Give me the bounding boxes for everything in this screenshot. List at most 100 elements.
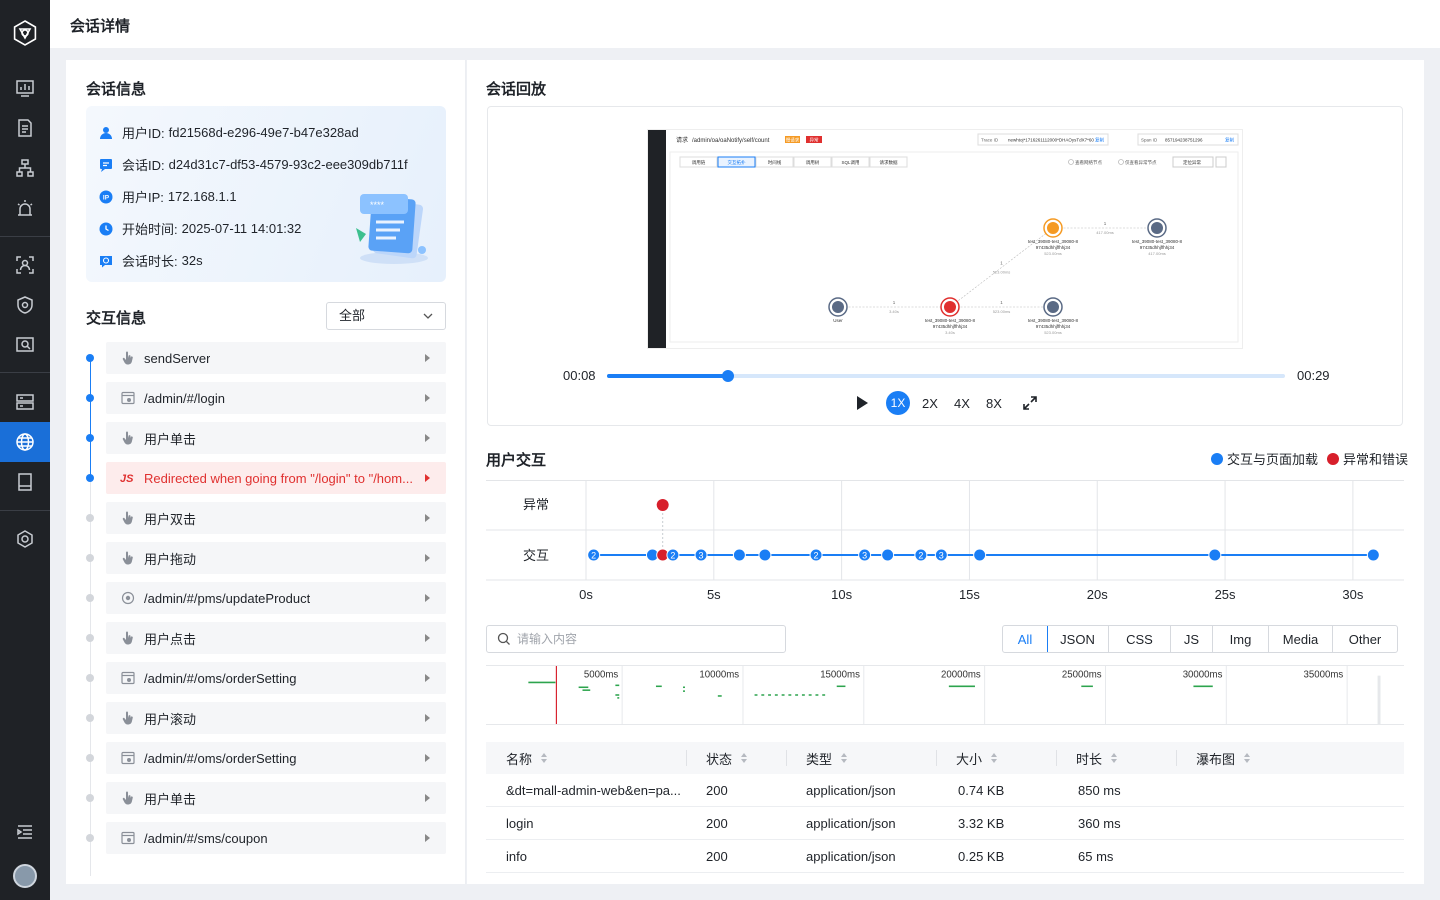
waterfall-tick: 5000ms: [584, 670, 619, 681]
interaction-item-box[interactable]: 用户单击: [106, 422, 446, 454]
replay-player: 请求 /admin/oa/oaNotify/self/count 慢请求 异常 …: [487, 106, 1403, 426]
table-cell-name: info: [506, 848, 527, 864]
interaction-item-box[interactable]: /admin/#/login: [106, 382, 446, 414]
collapse-menu-icon[interactable]: [0, 812, 50, 852]
speed-8x-button[interactable]: 8X: [985, 391, 1003, 415]
interaction-item-box[interactable]: JS Redirected when going from "/login" to…: [106, 462, 446, 494]
globe-small-icon: [120, 590, 136, 606]
interaction-item-label: /admin/#/pms/updateProduct: [144, 590, 311, 606]
info-row-start-time: 开始时间: 2025-07-11 14:01:32: [98, 219, 301, 238]
nav-shield-icon[interactable]: [0, 285, 50, 325]
hand-icon: [120, 350, 136, 366]
page-icon: [120, 390, 136, 406]
interaction-item: /admin/#/oms/orderSetting: [86, 662, 446, 694]
sort-icon[interactable]: [990, 752, 998, 764]
interaction-item-box[interactable]: 用户拖动: [106, 542, 446, 574]
sort-icon[interactable]: [840, 752, 848, 764]
shot-request-label: 请求: [676, 136, 688, 144]
column-header[interactable]: 瀑布图: [1176, 742, 1404, 774]
nav-settings-icon[interactable]: [0, 519, 50, 559]
column-header[interactable]: 状态: [686, 742, 786, 774]
column-header[interactable]: 名称: [486, 742, 686, 774]
timeline-dot: [86, 514, 94, 522]
shot-node-core: [1151, 222, 1163, 234]
svg-text:JS: JS: [120, 473, 134, 485]
nav-inspect-icon[interactable]: [0, 325, 50, 365]
nav-topology-icon[interactable]: [0, 148, 50, 188]
table-row[interactable]: &dt=mall-admin-web&en=pa... 200 applicatio…: [486, 774, 1404, 807]
fullscreen-icon[interactable]: [1022, 395, 1038, 411]
interaction-item-box[interactable]: /admin/#/oms/orderSetting: [106, 742, 446, 774]
nav-globe-icon[interactable]: [0, 422, 50, 462]
type-tab[interactable]: JS: [1171, 626, 1213, 652]
sort-icon[interactable]: [1243, 752, 1251, 764]
interaction-item-box[interactable]: 用户双击: [106, 502, 446, 534]
type-tab[interactable]: JSON: [1047, 626, 1109, 652]
interaction-item-box[interactable]: /admin/#/oms/orderSetting: [106, 662, 446, 694]
column-header[interactable]: 类型: [786, 742, 936, 774]
column-header[interactable]: 时长: [1056, 742, 1176, 774]
column-header[interactable]: 大小: [936, 742, 1056, 774]
play-icon[interactable]: [855, 395, 869, 411]
nav-dashboard-icon[interactable]: [0, 68, 50, 108]
nav-document-icon[interactable]: [0, 108, 50, 148]
waterfall-tick: 15000ms: [820, 670, 860, 681]
caret-right-icon: [425, 594, 430, 602]
sort-icon[interactable]: [540, 752, 548, 764]
type-tab[interactable]: Media: [1269, 626, 1333, 652]
interaction-item-box[interactable]: /admin/#/sms/coupon: [106, 822, 446, 854]
hand-icon: [120, 510, 136, 526]
info-row-duration: 会话时长: 32s: [98, 251, 203, 270]
interaction-item-box[interactable]: /admin/#/pms/updateProduct: [106, 582, 446, 614]
type-tab[interactable]: Other: [1333, 626, 1397, 652]
progress-knob[interactable]: [721, 370, 734, 382]
replay-screenshot[interactable]: 请求 /admin/oa/oaNotify/self/count 慢请求 异常 …: [647, 129, 1243, 349]
interaction-item-box[interactable]: 用户滚动: [106, 702, 446, 734]
interaction-filter-select[interactable]: 全部: [326, 302, 446, 330]
network-waterfall-overview[interactable]: 5000ms 10000ms 15000ms 20000ms 25000ms 30000m…: [486, 665, 1404, 725]
shot-node-name: test_39080-test_39080-8: [1028, 239, 1079, 244]
progress-slider[interactable]: [607, 370, 1285, 382]
column-header-label: 瀑布图: [1196, 751, 1236, 767]
legend-interaction: 交互与页面加载: [1211, 449, 1318, 468]
waterfall-tick: 25000ms: [1062, 670, 1102, 681]
interaction-point: [1208, 548, 1222, 562]
caret-right-icon: [425, 354, 430, 362]
table-row[interactable]: info 200 application/json 0.25 KB 65 ms: [486, 840, 1404, 873]
shot-node-core: [1047, 301, 1059, 313]
search-input[interactable]: [517, 632, 767, 646]
caret-right-icon: [425, 514, 430, 522]
info-value: fd21568d-e296-49e7-b47e328ad: [168, 125, 359, 140]
table-cell-name: login: [506, 815, 534, 831]
interaction-item: 用户单击: [86, 782, 446, 814]
table-body: &dt=mall-admin-web&en=pa... 200 applicatio…: [486, 774, 1404, 873]
caret-right-icon: [425, 754, 430, 762]
type-tab[interactable]: All: [1003, 626, 1048, 652]
interaction-item-box[interactable]: 用户点击: [106, 622, 446, 654]
js-icon: JS: [120, 470, 136, 486]
svg-text:IP: IP: [103, 194, 110, 201]
app-logo-icon[interactable]: [11, 19, 39, 47]
interaction-item-box[interactable]: sendServer: [106, 342, 446, 374]
nav-scan-icon[interactable]: [0, 245, 50, 285]
nav-server-icon[interactable]: [0, 382, 50, 422]
shot-tab-label: 调用树: [806, 159, 820, 166]
sort-icon[interactable]: [740, 752, 748, 764]
shot-tab-label: 请求数据: [880, 159, 898, 166]
type-tab[interactable]: Img: [1213, 626, 1269, 652]
table-row[interactable]: login 200 application/json 3.32 KB 360 ms: [486, 807, 1404, 840]
network-search-box[interactable]: [486, 625, 786, 653]
speed-1x-button[interactable]: 1X: [886, 391, 910, 415]
interaction-item-box[interactable]: 用户单击: [106, 782, 446, 814]
sort-icon[interactable]: [1110, 752, 1118, 764]
shot-node-sub: 97435dhhjffhhj34: [933, 324, 968, 329]
speed-2x-button[interactable]: 2X: [921, 391, 939, 415]
type-tab[interactable]: CSS: [1109, 626, 1171, 652]
user-avatar[interactable]: [13, 864, 37, 888]
interaction-item-label: 用户单击: [144, 431, 197, 447]
nav-mobile-icon[interactable]: [0, 462, 50, 502]
speed-4x-button[interactable]: 4X: [953, 391, 971, 415]
chart-x-tick: 15s: [959, 587, 980, 602]
interaction-item: 用户单击: [86, 422, 446, 454]
nav-alarm-icon[interactable]: [0, 188, 50, 228]
